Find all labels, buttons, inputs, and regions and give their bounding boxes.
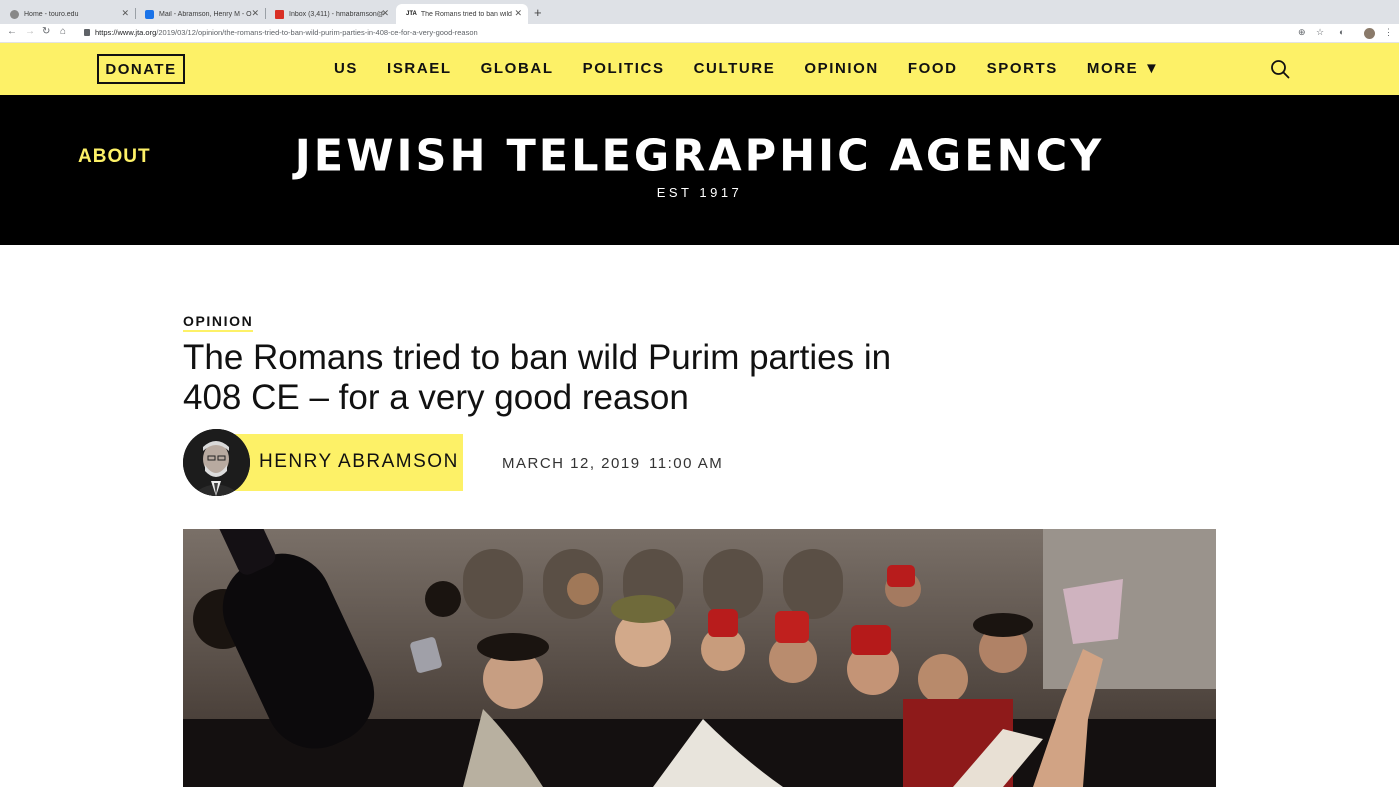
browser-menu-icon[interactable]: ⋮ bbox=[1384, 27, 1393, 38]
site-nav: DONATE US ISRAEL GLOBAL POLITICS CULTURE… bbox=[0, 43, 1399, 95]
url-field[interactable]: https://www.jta.org/2019/03/12/opinion/t… bbox=[95, 28, 478, 37]
browser-tab-active[interactable]: JTA The Romans tried to ban wild P ✕ bbox=[396, 4, 528, 24]
reload-icon[interactable]: ↻ bbox=[42, 26, 50, 37]
close-tab-icon[interactable]: ✕ bbox=[514, 8, 522, 19]
browser-tab[interactable]: Mail - Abramson, Henry M - O ✕ bbox=[135, 4, 265, 24]
hero-image bbox=[183, 529, 1216, 787]
nav-item-israel[interactable]: ISRAEL bbox=[387, 60, 452, 77]
purim-celebration-photo bbox=[183, 529, 1216, 787]
forward-icon[interactable]: → bbox=[25, 26, 35, 37]
nav-item-culture[interactable]: CULTURE bbox=[694, 60, 776, 77]
close-tab-icon[interactable]: ✕ bbox=[381, 8, 389, 19]
category-label[interactable]: OPINION bbox=[183, 313, 254, 332]
touro-favicon-icon bbox=[10, 9, 19, 19]
publish-date: MARCH 12, 2019 bbox=[502, 455, 641, 472]
zoom-icon[interactable]: ⊕ bbox=[1298, 27, 1306, 38]
publish-time: 11:00 AM bbox=[649, 455, 724, 472]
nav-item-more[interactable]: MORE ▼ bbox=[1087, 60, 1161, 77]
profile-avatar-icon[interactable] bbox=[1364, 28, 1375, 39]
author-portrait-icon bbox=[183, 429, 250, 496]
nav-item-us[interactable]: US bbox=[334, 60, 358, 77]
nav-item-food[interactable]: FOOD bbox=[908, 60, 958, 77]
new-tab-icon[interactable]: + bbox=[534, 5, 542, 20]
close-tab-icon[interactable]: ✕ bbox=[121, 8, 129, 19]
nav-item-opinion[interactable]: OPINION bbox=[804, 60, 879, 77]
nav-item-global[interactable]: GLOBAL bbox=[481, 60, 554, 77]
lock-icon bbox=[84, 29, 90, 36]
gmail-favicon-icon bbox=[275, 9, 284, 19]
home-icon[interactable]: ⌂ bbox=[60, 26, 66, 37]
outlook-favicon-icon bbox=[145, 9, 154, 19]
url-path: /2019/03/12/opinion/the-romans-tried-to-… bbox=[156, 28, 478, 37]
established-tagline: EST 1917 bbox=[656, 185, 743, 200]
masthead: ABOUT JEWISH TELEGRAPHIC AGENCY EST 1917 bbox=[0, 95, 1399, 245]
jta-favicon-icon: JTA bbox=[406, 11, 417, 17]
bookmark-star-icon[interactable]: ☆ bbox=[1316, 27, 1324, 38]
nav-item-politics[interactable]: POLITICS bbox=[583, 60, 665, 77]
main-nav-menu: US ISRAEL GLOBAL POLITICS CULTURE OPINIO… bbox=[334, 60, 1190, 77]
author-name[interactable]: HENRY ABRAMSON bbox=[259, 451, 459, 473]
donate-button[interactable]: DONATE bbox=[97, 54, 185, 84]
nav-item-sports[interactable]: SPORTS bbox=[987, 60, 1058, 77]
browser-tab-bar: Home - touro.edu ✕ Mail - Abramson, Henr… bbox=[0, 0, 1399, 24]
back-icon[interactable]: ← bbox=[7, 26, 17, 37]
browser-tab[interactable]: Inbox (3,411) - hmabramson@ ✕ bbox=[265, 4, 395, 24]
search-icon[interactable] bbox=[1270, 59, 1290, 79]
close-tab-icon[interactable]: ✕ bbox=[251, 8, 259, 19]
browser-tab[interactable]: Home - touro.edu ✕ bbox=[0, 4, 135, 24]
url-domain: https://www.jta.org bbox=[95, 28, 157, 37]
article-headline: The Romans tried to ban wild Purim parti… bbox=[183, 338, 892, 417]
extension-icon[interactable]: ◐ bbox=[1339, 27, 1344, 37]
browser-address-bar: ← → ↻ ⌂ https://www.jta.org/2019/03/12/o… bbox=[0, 24, 1399, 43]
author-avatar[interactable] bbox=[183, 429, 250, 496]
site-logo[interactable]: JEWISH TELEGRAPHIC AGENCY bbox=[0, 131, 1399, 182]
